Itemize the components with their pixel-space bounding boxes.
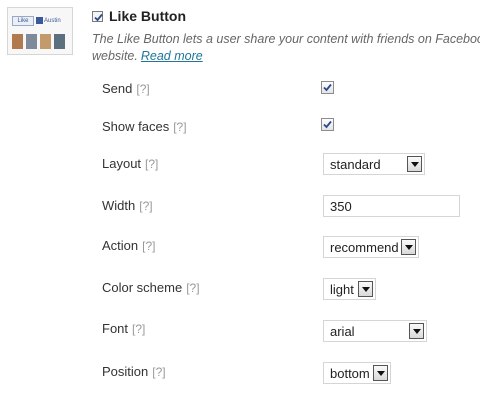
face-avatar [54,34,65,49]
thumbnail-like-text: Like [12,16,34,26]
face-avatar [12,34,23,49]
position-select[interactable]: bottom [323,362,391,384]
chevron-down-icon[interactable] [358,281,373,297]
layout-help-link[interactable]: [?] [145,157,158,171]
thumbnail-like-row: Like Austin [12,16,72,26]
font-help-link[interactable]: [?] [132,322,145,336]
color-scheme-value: light [330,282,354,297]
layout-label-text: Layout [102,156,142,171]
face-avatar [40,34,51,49]
thumbnail-name-text: Austin [44,18,61,24]
face-avatar [26,34,37,49]
action-select[interactable]: recommend [323,236,419,258]
width-label: Width [?] [102,198,153,213]
width-help-link[interactable]: [?] [139,199,152,213]
send-label-text: Send [102,81,133,96]
position-help-link[interactable]: [?] [152,365,165,379]
chevron-down-icon[interactable] [401,239,416,255]
checkmark-icon [323,83,332,92]
send-label: Send [?] [102,81,150,96]
chevron-down-icon[interactable] [407,156,422,172]
font-label-text: Font [102,321,129,336]
color-scheme-label: Color scheme [?] [102,280,200,295]
layout-value: standard [330,157,381,172]
description-text-continued: website. [92,49,138,63]
checkmark-icon [94,13,103,22]
position-label: Position [?] [102,364,166,379]
layout-label: Layout [?] [102,156,158,171]
show-faces-checkbox[interactable] [321,118,334,131]
thumbnail-name: Austin [36,16,70,26]
action-label-text: Action [102,238,139,253]
enable-like-button-checkbox[interactable] [92,11,103,22]
width-label-text: Width [102,198,136,213]
show-faces-label: Show faces [?] [102,119,187,134]
facebook-icon [36,16,43,24]
action-value: recommend [330,240,399,255]
plugin-title: Like Button [109,8,186,24]
description-text: The Like Button lets a user share your c… [92,32,480,46]
read-more-link[interactable]: Read more [141,49,203,63]
font-label: Font [?] [102,321,145,336]
plugin-description: The Like Button lets a user share your c… [92,31,480,65]
show-faces-label-text: Show faces [102,119,170,134]
send-help-link[interactable]: [?] [136,82,149,96]
color-scheme-select[interactable]: light [323,278,376,300]
chevron-down-icon[interactable] [409,323,424,339]
width-input[interactable]: 350 [323,195,460,217]
send-checkbox[interactable] [321,81,334,94]
font-value: arial [330,324,355,339]
font-select[interactable]: arial [323,320,427,342]
position-label-text: Position [102,364,149,379]
chevron-down-icon[interactable] [373,365,388,381]
like-button-thumbnail: Like Austin [7,7,73,55]
action-label: Action [?] [102,238,155,253]
layout-select[interactable]: standard [323,153,425,175]
checkmark-icon [323,120,332,129]
action-help-link[interactable]: [?] [142,239,155,253]
color-scheme-label-text: Color scheme [102,280,183,295]
color-scheme-help-link[interactable]: [?] [186,281,199,295]
show-faces-help-link[interactable]: [?] [173,120,186,134]
position-value: bottom [330,366,370,381]
thumbnail-faces [12,34,70,49]
